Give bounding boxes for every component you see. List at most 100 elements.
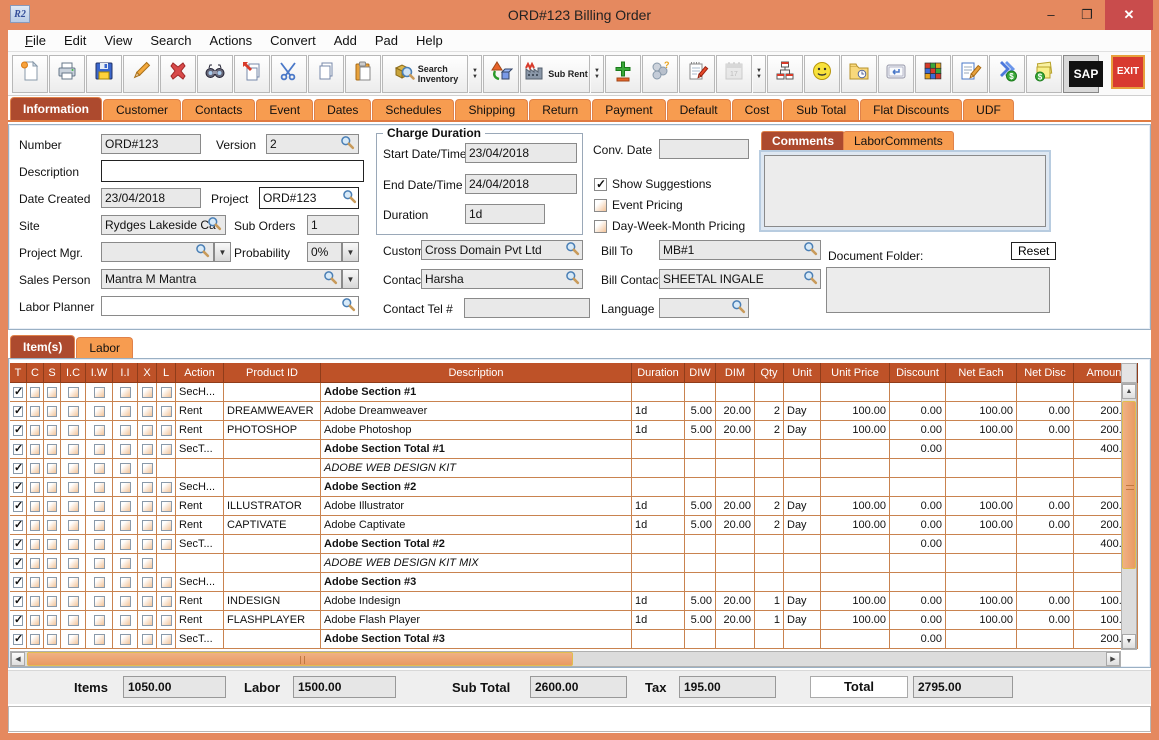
menu-actions[interactable]: Actions bbox=[201, 33, 262, 48]
x-checkbox[interactable] bbox=[142, 615, 153, 626]
i-i-checkbox[interactable] bbox=[120, 501, 131, 512]
description-field[interactable] bbox=[101, 160, 364, 182]
i-i-checkbox[interactable] bbox=[120, 634, 131, 645]
i-w-checkbox[interactable] bbox=[94, 615, 105, 626]
save-button[interactable] bbox=[86, 55, 122, 93]
items-total-field[interactable] bbox=[123, 676, 226, 698]
x-checkbox[interactable] bbox=[142, 520, 153, 531]
tab-event[interactable]: Event bbox=[256, 99, 313, 120]
x-checkbox[interactable] bbox=[142, 406, 153, 417]
end-date-field[interactable] bbox=[465, 174, 577, 194]
t-checkbox[interactable] bbox=[13, 406, 23, 417]
x-checkbox[interactable] bbox=[142, 577, 153, 588]
contacts-smiley-button[interactable] bbox=[804, 55, 840, 93]
t-checkbox[interactable] bbox=[13, 539, 23, 550]
column-header-product-id[interactable]: Product ID bbox=[224, 363, 321, 383]
tab-dates[interactable]: Dates bbox=[314, 99, 371, 120]
column-header-x[interactable]: X bbox=[138, 363, 157, 383]
i-i-checkbox[interactable] bbox=[120, 406, 131, 417]
language-search-icon[interactable] bbox=[731, 299, 747, 315]
i-w-checkbox[interactable] bbox=[94, 482, 105, 493]
number-field[interactable] bbox=[101, 134, 201, 154]
start-date-field[interactable] bbox=[465, 143, 577, 163]
notes-button[interactable] bbox=[679, 55, 715, 93]
minimize-button[interactable]: – bbox=[1033, 0, 1069, 30]
i-i-checkbox[interactable] bbox=[120, 387, 131, 398]
project-search-icon[interactable] bbox=[342, 189, 358, 205]
t-checkbox[interactable] bbox=[13, 501, 23, 512]
t-checkbox[interactable] bbox=[13, 425, 23, 436]
c-checkbox[interactable] bbox=[30, 463, 40, 474]
project-mgr-dropdown[interactable]: ▼ bbox=[214, 242, 231, 262]
column-header-description[interactable]: Description bbox=[321, 363, 632, 383]
tab-payment[interactable]: Payment bbox=[592, 99, 665, 120]
i-c-checkbox[interactable] bbox=[68, 520, 79, 531]
scroll-left-button[interactable]: ◀ bbox=[11, 652, 25, 666]
s-checkbox[interactable] bbox=[47, 444, 57, 455]
c-checkbox[interactable] bbox=[30, 482, 40, 493]
table-row[interactable]: RentILLUSTRATORAdobe Illustrator1d5.0020… bbox=[10, 497, 1138, 516]
c-checkbox[interactable] bbox=[30, 444, 40, 455]
menu-pad[interactable]: Pad bbox=[366, 33, 407, 48]
tax-field[interactable] bbox=[679, 676, 776, 698]
t-checkbox[interactable] bbox=[13, 615, 23, 626]
probability-dropdown[interactable]: ▼ bbox=[342, 242, 359, 262]
c-checkbox[interactable] bbox=[30, 520, 40, 531]
3d-view-button[interactable] bbox=[483, 55, 519, 93]
folder-history-button[interactable] bbox=[841, 55, 877, 93]
x-checkbox[interactable] bbox=[142, 425, 153, 436]
i-w-checkbox[interactable] bbox=[94, 463, 105, 474]
tab-default[interactable]: Default bbox=[667, 99, 731, 120]
customer-search-icon[interactable] bbox=[565, 241, 581, 257]
t-checkbox[interactable] bbox=[13, 577, 23, 588]
x-checkbox[interactable] bbox=[142, 539, 153, 550]
s-checkbox[interactable] bbox=[47, 425, 57, 436]
org-chart-button[interactable] bbox=[767, 55, 803, 93]
i-i-checkbox[interactable] bbox=[120, 482, 131, 493]
l-checkbox[interactable] bbox=[161, 634, 172, 645]
bill-contact-field[interactable] bbox=[659, 269, 821, 289]
tab-cost[interactable]: Cost bbox=[732, 99, 783, 120]
i-w-checkbox[interactable] bbox=[94, 596, 105, 607]
comments-textarea[interactable] bbox=[764, 155, 1046, 227]
add-item-button[interactable] bbox=[605, 55, 641, 93]
s-checkbox[interactable] bbox=[47, 558, 57, 569]
i-i-checkbox[interactable] bbox=[120, 539, 131, 550]
x-checkbox[interactable] bbox=[142, 444, 153, 455]
scroll-right-button[interactable]: ▶ bbox=[1106, 652, 1120, 666]
column-header-i-c[interactable]: I.C bbox=[61, 363, 86, 383]
column-header-s[interactable]: S bbox=[44, 363, 61, 383]
c-checkbox[interactable] bbox=[30, 634, 40, 645]
document-folder-box[interactable] bbox=[826, 267, 1050, 313]
copy-special-button[interactable] bbox=[234, 55, 270, 93]
calendar-dropdown[interactable]: ▼▼ bbox=[753, 55, 766, 93]
t-checkbox[interactable] bbox=[13, 444, 23, 455]
c-checkbox[interactable] bbox=[30, 501, 40, 512]
table-row[interactable]: RentPHOTOSHOPAdobe Photoshop1d5.0020.002… bbox=[10, 421, 1138, 440]
column-header-diw[interactable]: DIW bbox=[685, 363, 716, 383]
x-checkbox[interactable] bbox=[142, 387, 153, 398]
tab-shipping[interactable]: Shipping bbox=[455, 99, 528, 120]
contact-field[interactable] bbox=[421, 269, 583, 289]
s-checkbox[interactable] bbox=[47, 387, 57, 398]
i-w-checkbox[interactable] bbox=[94, 558, 105, 569]
tab-contacts[interactable]: Contacts bbox=[182, 99, 255, 120]
i-i-checkbox[interactable] bbox=[120, 615, 131, 626]
i-w-checkbox[interactable] bbox=[94, 520, 105, 531]
tab-schedules[interactable]: Schedules bbox=[372, 99, 454, 120]
tab-laborcomments[interactable]: LaborComments bbox=[843, 131, 954, 151]
tab-labor[interactable]: Labor bbox=[76, 337, 133, 358]
column-header-net-disc[interactable]: Net Disc bbox=[1017, 363, 1074, 383]
c-checkbox[interactable] bbox=[30, 425, 40, 436]
bill-to-search-icon[interactable] bbox=[803, 241, 819, 257]
s-checkbox[interactable] bbox=[47, 539, 57, 550]
table-row[interactable]: SecT...Adobe Section Total #20.00400.00 bbox=[10, 535, 1138, 554]
exit-button[interactable]: EXIT bbox=[1111, 55, 1145, 89]
s-checkbox[interactable] bbox=[47, 463, 57, 474]
search-inventory-button[interactable]: Search Inventory bbox=[382, 55, 468, 93]
l-checkbox[interactable] bbox=[161, 615, 172, 626]
c-checkbox[interactable] bbox=[30, 577, 40, 588]
dollar-notes-button[interactable]: $ bbox=[1026, 55, 1062, 93]
i-c-checkbox[interactable] bbox=[68, 501, 79, 512]
s-checkbox[interactable] bbox=[47, 634, 57, 645]
